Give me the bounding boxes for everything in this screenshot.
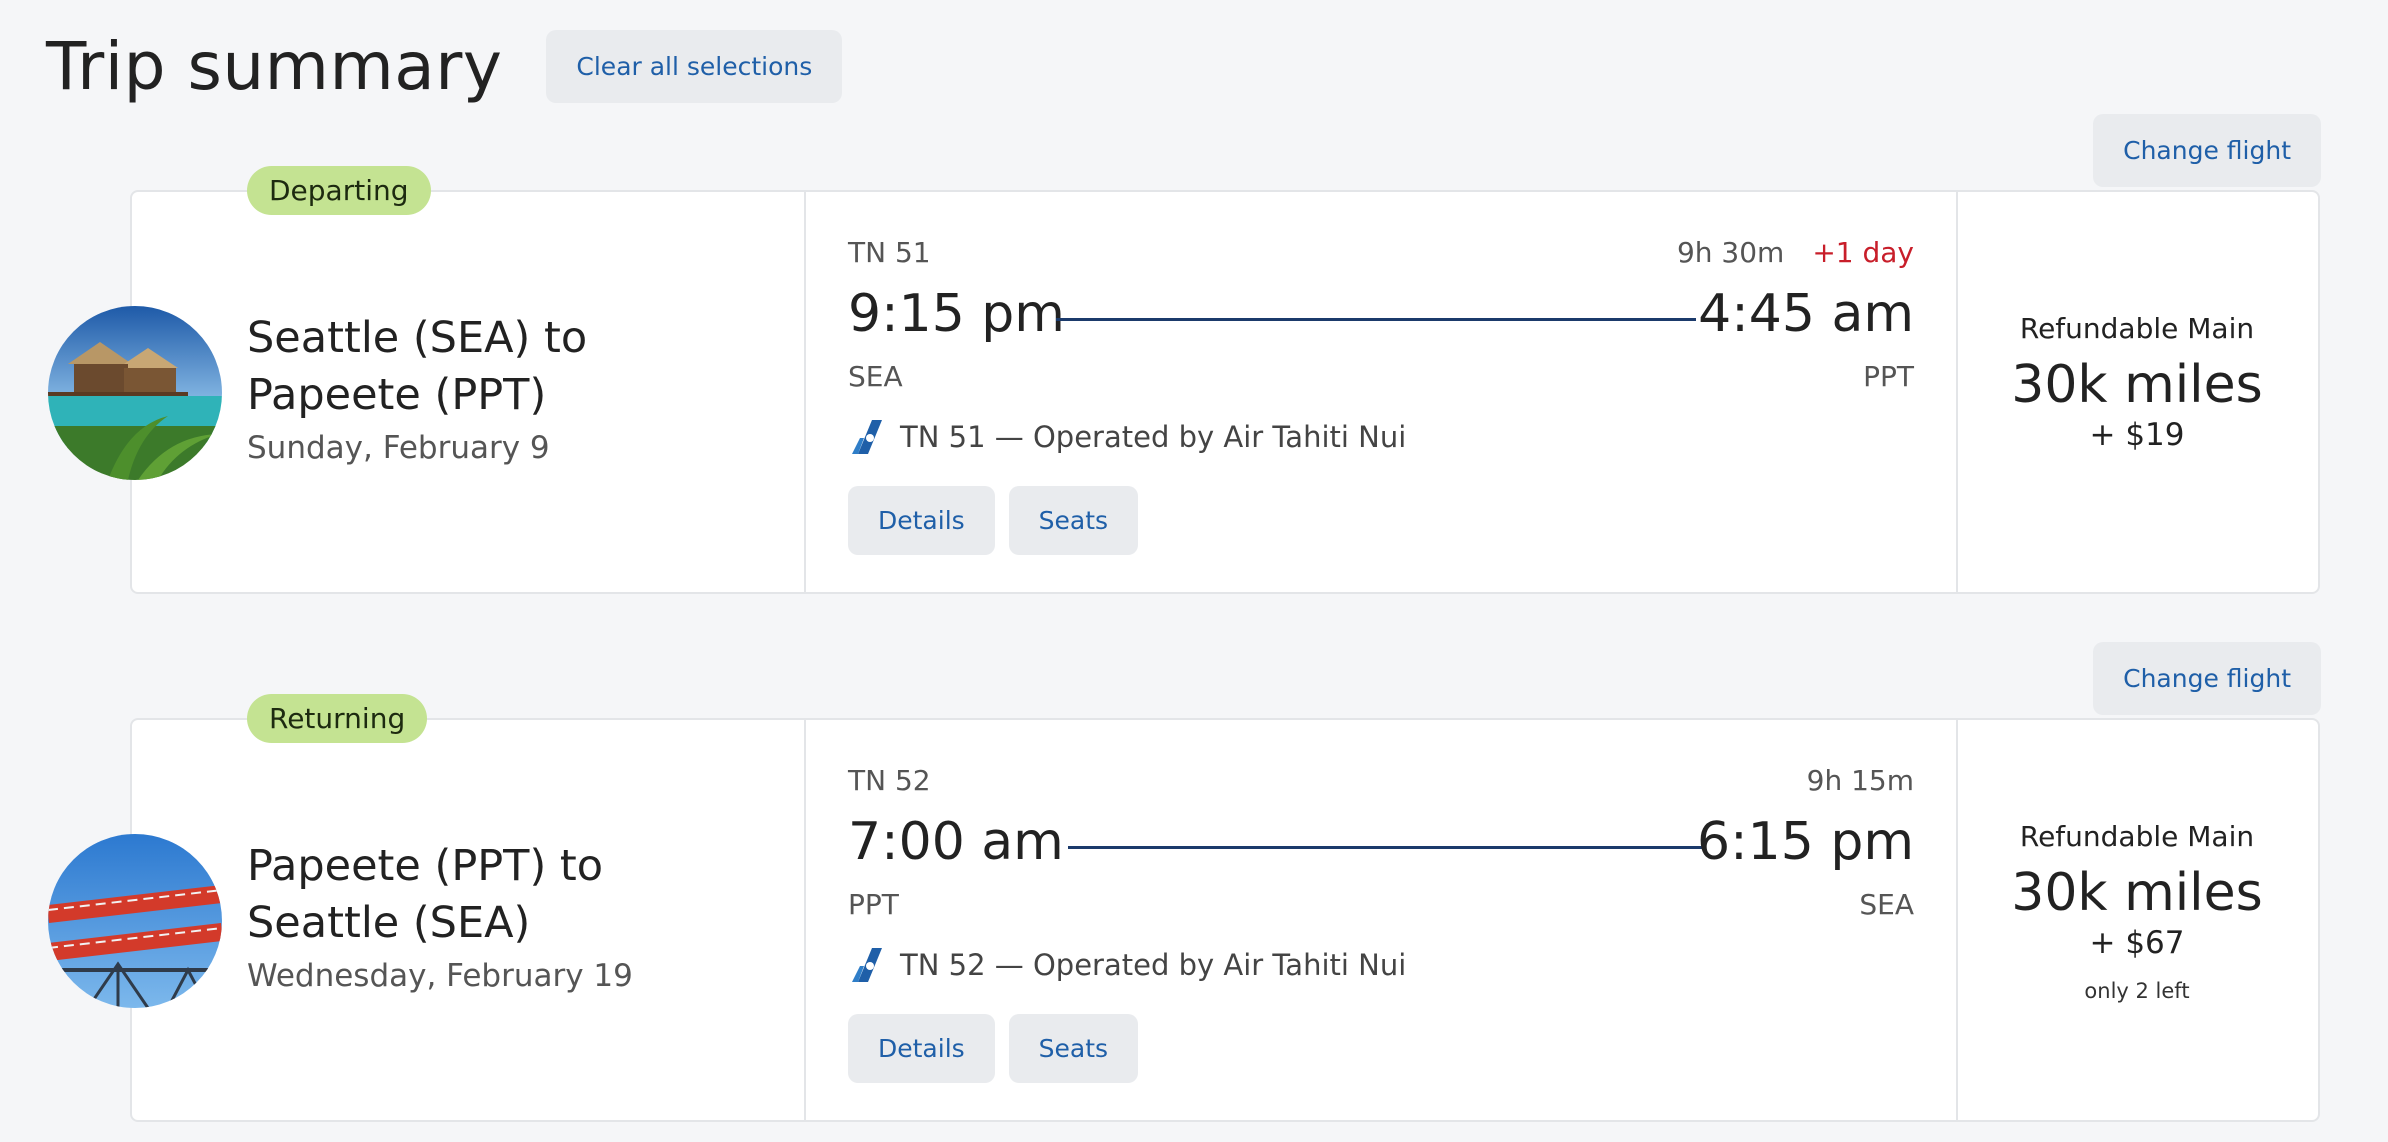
miles-price: 30k miles xyxy=(2011,355,2263,415)
trip-summary-header: Trip summary Clear all selections xyxy=(46,28,843,105)
miles-price: 30k miles xyxy=(2011,863,2263,923)
clear-all-selections-button[interactable]: Clear all selections xyxy=(546,30,843,103)
details-button[interactable]: Details xyxy=(848,1014,995,1083)
flight-date: Wednesday, February 19 xyxy=(247,958,633,994)
departure-time: 7:00 am xyxy=(848,812,1064,872)
flight-number: TN 52 xyxy=(848,764,931,797)
flight-actions: Details Seats xyxy=(848,1014,1139,1083)
departure-time: 9:15 pm xyxy=(848,284,1065,344)
returning-flight-card: Returning Papeete (PPT) to Seattle (SEA)… xyxy=(48,694,2320,1122)
duration-text: 9h 15m xyxy=(1806,764,1914,797)
fare-class: Refundable Main xyxy=(2019,820,2255,853)
flight-actions: Details Seats xyxy=(848,486,1139,555)
departing-flight-card: Departing Seattle (SEA) to Papeete (PPT)… xyxy=(48,166,2320,594)
tax-price: + $19 xyxy=(2089,417,2185,453)
change-departing-flight-button[interactable]: Change flight xyxy=(2093,114,2321,187)
arrival-airport-code: PPT xyxy=(1863,360,1914,393)
route-column: Papeete (PPT) to Seattle (SEA) Wednesday… xyxy=(48,720,806,1120)
route-title: Papeete (PPT) to Seattle (SEA) xyxy=(247,841,604,948)
departure-airport-code: PPT xyxy=(848,888,899,921)
details-button[interactable]: Details xyxy=(848,486,995,555)
flight-details-column: TN 52 9h 15m 7:00 am 6:15 pm PPT SEA TN … xyxy=(804,720,1958,1120)
operated-by-text: TN 51 — Operated by Air Tahiti Nui xyxy=(900,420,1407,454)
fare-column: Refundable Main 30k miles + $19 xyxy=(1956,192,2318,592)
arrival-time: 6:15 pm xyxy=(1697,812,1914,872)
fare-class: Refundable Main xyxy=(2019,312,2255,345)
operated-by: TN 51 — Operated by Air Tahiti Nui xyxy=(848,420,1406,454)
arrival-time: 4:45 am xyxy=(1698,284,1914,344)
flight-details-column: TN 51 9h 30m +1 day 9:15 pm 4:45 am SEA … xyxy=(804,192,1958,592)
destination-photo xyxy=(48,306,222,480)
route-title: Seattle (SEA) to Papeete (PPT) xyxy=(247,313,588,420)
operated-by: TN 52 — Operated by Air Tahiti Nui xyxy=(848,948,1406,982)
seats-button[interactable]: Seats xyxy=(1008,1014,1139,1083)
flight-duration: 9h 15m xyxy=(1807,764,1914,797)
flight-number: TN 51 xyxy=(848,236,931,269)
duration-text: 9h 30m xyxy=(1676,236,1785,269)
flight-duration: 9h 30m +1 day xyxy=(1677,236,1914,269)
change-returning-flight-button[interactable]: Change flight xyxy=(2093,642,2321,715)
day-change-label: +1 day xyxy=(1812,236,1914,269)
departure-airport-code: SEA xyxy=(848,360,903,393)
seats-button[interactable]: Seats xyxy=(1008,486,1139,555)
tax-price: + $67 xyxy=(2089,925,2185,961)
route-column: Seattle (SEA) to Papeete (PPT) Sunday, F… xyxy=(48,192,806,592)
airline-tail-icon xyxy=(848,948,882,982)
flight-date: Sunday, February 9 xyxy=(247,430,550,466)
page-title: Trip summary xyxy=(46,28,503,105)
arrival-airport-code: SEA xyxy=(1859,888,1914,921)
operated-by-text: TN 52 — Operated by Air Tahiti Nui xyxy=(900,948,1407,982)
fare-column: Refundable Main 30k miles + $67 only 2 l… xyxy=(1956,720,2318,1120)
airline-tail-icon xyxy=(848,420,882,454)
seats-remaining-note: only 2 left xyxy=(2084,979,2190,1003)
route-line xyxy=(1056,318,1696,321)
destination-photo xyxy=(48,834,222,1008)
route-line xyxy=(1068,846,1706,849)
